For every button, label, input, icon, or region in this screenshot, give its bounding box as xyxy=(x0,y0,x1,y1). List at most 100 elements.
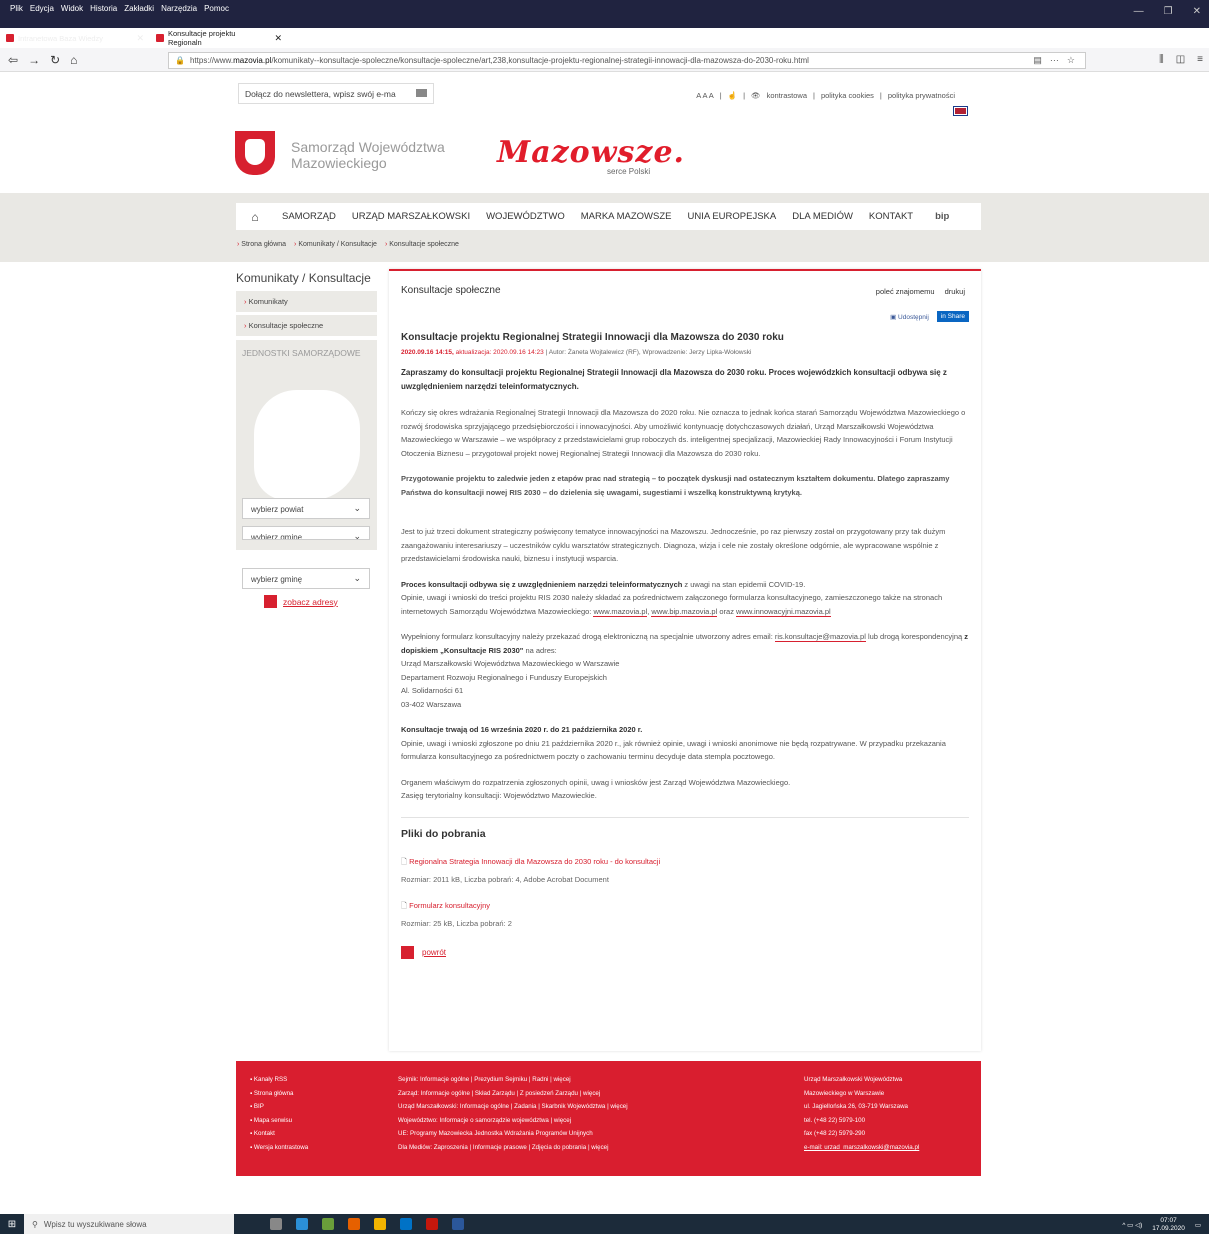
menu-historia[interactable]: Historia xyxy=(90,4,117,13)
powiat-select[interactable]: wybierz powiat ⌄ xyxy=(242,498,370,519)
bookmark-star-icon[interactable]: ☆ xyxy=(1067,53,1075,68)
mazovia-link[interactable]: www.mazovia.pl xyxy=(593,606,648,617)
site-name-line1: Samorząd Województwa xyxy=(291,139,445,155)
edge-icon[interactable] xyxy=(296,1218,308,1230)
reader-icon[interactable]: ▤ xyxy=(1033,53,1042,68)
tab-intranet[interactable]: Intranetowa Baza Wiedzy ✕ xyxy=(0,29,150,47)
paragraph-bold: Konsultacje trwają od 16 września 2020 r… xyxy=(401,725,643,734)
menu-marka[interactable]: MARKA MAZOWSZE xyxy=(573,211,680,222)
hamburger-icon[interactable]: ≡ xyxy=(1197,54,1203,65)
menu-edycja[interactable]: Edycja xyxy=(30,4,54,13)
sidebar-icon[interactable]: ◫ xyxy=(1176,54,1185,65)
footer-section-zarzad[interactable]: Zarząd: Informacje ogólne | Skład Zarząd… xyxy=(398,1087,628,1101)
arrow-right-icon[interactable] xyxy=(264,595,277,608)
footer-email[interactable]: e-mail: urzad_marszalkowski@mazovia.pl xyxy=(804,1141,919,1155)
breadcrumb-current[interactable]: Konsultacje społeczne xyxy=(385,241,459,248)
show-addresses[interactable]: zobacz adresy xyxy=(264,595,377,608)
gmina-select[interactable]: wybierz gminę ⌄ xyxy=(242,568,370,589)
chevron-down-icon: ⌄ xyxy=(353,531,361,540)
show-addresses-link[interactable]: zobacz adresy xyxy=(283,597,338,607)
menu-wojewodztwo[interactable]: WOJEWÓDZTWO xyxy=(478,211,573,222)
folder-icon[interactable] xyxy=(374,1218,386,1230)
breadcrumb-komunikaty[interactable]: Komunikaty / Konsultacje xyxy=(294,241,377,248)
innowacyjni-link[interactable]: www.innowacyjni.mazovia.pl xyxy=(736,606,831,617)
mazowsze-logo[interactable]: Mazowsze. xyxy=(497,135,685,170)
footer-link-sitemap[interactable]: Mapa serwisu xyxy=(250,1114,308,1128)
file-link[interactable]: Regionalna Strategia Innowacji dla Mazow… xyxy=(401,856,969,869)
site-name[interactable]: Samorząd Województwa Mazowieckiego xyxy=(291,139,445,171)
coat-of-arms-icon[interactable] xyxy=(235,131,275,175)
footer-section-urzad[interactable]: Urząd Marszałkowski: Informacje ogólne |… xyxy=(398,1100,628,1114)
menu-media[interactable]: DLA MEDIÓW xyxy=(784,211,861,222)
explorer-icon[interactable] xyxy=(322,1218,334,1230)
notifications-icon[interactable]: ▭ xyxy=(1195,1221,1201,1229)
maximize-icon[interactable]: ❐ xyxy=(1164,6,1173,17)
breadcrumb-home[interactable]: Strona główna xyxy=(237,241,286,248)
clock[interactable]: 07:07 17.09.2020 xyxy=(1152,1217,1185,1233)
reload-icon[interactable]: ↻ xyxy=(50,53,60,67)
footer-section-wojewodztwo[interactable]: Województwo: Informacje o samorządzie wo… xyxy=(398,1114,628,1128)
footer-link-contrast[interactable]: Wersja kontrastowa xyxy=(250,1141,308,1155)
footer-link-contact[interactable]: Kontakt xyxy=(250,1127,308,1141)
font-size-controls[interactable]: A A A xyxy=(696,91,714,100)
envelope-icon[interactable] xyxy=(416,89,427,97)
taskbar-search[interactable]: ⚲ Wpisz tu wyszukiwane słowa xyxy=(24,1214,234,1234)
menu-kontakt[interactable]: KONTAKT xyxy=(861,211,921,222)
new-tab-icon[interactable]: + xyxy=(288,29,308,47)
menu-urzad[interactable]: URZĄD MARSZAŁKOWSKI xyxy=(344,211,478,222)
close-tab-icon[interactable]: ✕ xyxy=(274,33,282,44)
firefox-icon[interactable] xyxy=(348,1218,360,1230)
bip-link[interactable]: www.bip.mazovia.pl xyxy=(651,606,718,617)
menu-plik[interactable]: Plik xyxy=(10,4,23,13)
footer-section-sejmik[interactable]: Sejmik: Informacje ogólne | Prezydium Se… xyxy=(398,1073,628,1087)
close-tab-icon[interactable]: ✕ xyxy=(136,33,144,44)
footer-section-ue[interactable]: UE: Programy Mazowiecka Jednostka Wdraża… xyxy=(398,1127,628,1141)
back-link-row[interactable]: powrót xyxy=(401,945,969,959)
outlook-icon[interactable] xyxy=(400,1218,412,1230)
more-icon[interactable]: ··· xyxy=(1050,53,1059,68)
close-window-icon[interactable]: ✕ xyxy=(1193,6,1201,17)
uk-flag-icon[interactable] xyxy=(953,106,968,116)
privacy-link[interactable]: polityka prywatności xyxy=(888,91,955,100)
footer-link-home[interactable]: Strona główna xyxy=(250,1087,308,1101)
arrow-left-icon[interactable] xyxy=(401,945,414,959)
menu-pomoc[interactable]: Pomoc xyxy=(204,4,229,13)
contrast-link[interactable]: kontrastowa xyxy=(767,91,807,100)
email-link[interactable]: ris.konsultacje@mazovia.pl xyxy=(774,632,866,642)
newsletter-input[interactable]: Dołącz do newslettera, wpisz swój e-ma xyxy=(238,83,434,104)
tray-icons[interactable]: ^ ▭ ◁) xyxy=(1122,1221,1142,1229)
cookies-link[interactable]: polityka cookies xyxy=(821,91,874,100)
linkedin-share-button[interactable]: in Share xyxy=(936,311,969,322)
back-link[interactable]: powrót xyxy=(422,948,446,957)
home-menu-icon[interactable]: ⌂ xyxy=(236,210,274,224)
windows-start-icon[interactable]: ⊞ xyxy=(0,1219,24,1230)
menu-zakladki[interactable]: Zakładki xyxy=(124,4,154,13)
url-bar[interactable]: 🔒 https://www. mazovia.pl/komunikaty--kon… xyxy=(168,52,1086,69)
recommend-link[interactable]: poleć znajomemu xyxy=(876,287,935,296)
home-icon[interactable]: ⌂ xyxy=(70,53,77,67)
region-map[interactable] xyxy=(254,390,360,500)
gmina-select-ghost[interactable]: wybierz gminę ⌄ xyxy=(242,526,370,540)
back-icon[interactable]: ⇦ xyxy=(8,53,18,67)
sidebar-item-komunikaty[interactable]: Komunikaty xyxy=(236,291,377,312)
library-icon[interactable]: ⫼ xyxy=(1159,54,1164,65)
forward-icon[interactable]: → xyxy=(28,53,40,67)
file-link[interactable]: Formularz konsultacyjny xyxy=(401,900,969,913)
footer-section-media[interactable]: Dla Mediów: Zaproszenia | Informacje pra… xyxy=(398,1141,628,1155)
sidebar-item-konsultacje[interactable]: Konsultacje społeczne xyxy=(236,315,377,336)
acrobat-icon[interactable] xyxy=(426,1218,438,1230)
menu-ue[interactable]: UNIA EUROPEJSKA xyxy=(680,211,785,222)
tab-konsultacje[interactable]: Konsultacje projektu Regionaln ✕ xyxy=(150,29,288,47)
print-link[interactable]: drukuj xyxy=(945,287,965,296)
hand-icon[interactable]: ☝ xyxy=(728,91,737,100)
word-icon[interactable] xyxy=(452,1218,464,1230)
footer-link-rss[interactable]: Kanały RSS xyxy=(250,1073,308,1087)
facebook-share-button[interactable]: ▣ Udostępnij xyxy=(890,313,929,321)
menu-widok[interactable]: Widok xyxy=(61,4,83,13)
footer-link-bip[interactable]: BIP xyxy=(250,1100,308,1114)
menu-narzedzia[interactable]: Narzędzia xyxy=(161,4,197,13)
menu-bip[interactable]: bip xyxy=(921,211,949,222)
task-view-icon[interactable] xyxy=(270,1218,282,1230)
menu-samorzad[interactable]: SAMORZĄD xyxy=(274,211,344,222)
minimize-icon[interactable]: — xyxy=(1134,6,1144,17)
